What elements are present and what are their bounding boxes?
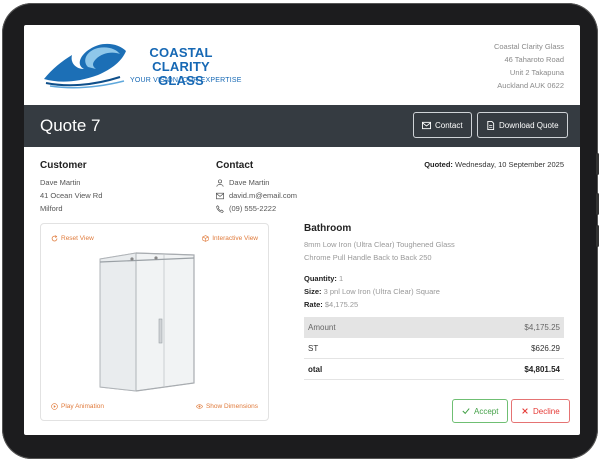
size-label: Size: — [304, 287, 322, 296]
quoted-date: Quoted: Wednesday, 10 September 2025 — [424, 160, 564, 169]
quantity-label: Quantity: — [304, 274, 337, 283]
side-button — [596, 193, 599, 215]
side-button — [596, 225, 599, 247]
company-tagline: YOUR VISION, OUR EXPERTISE — [130, 77, 242, 84]
interactive-view-label: Interactive View — [212, 235, 258, 242]
total-value: $4,801.54 — [524, 364, 560, 374]
contact-phone: (09) 555-2222 — [229, 204, 277, 213]
customer-details: Dave Martin 41 Ocean View Rd Milford — [40, 176, 102, 215]
rate-row: Rate: $4,175.25 — [304, 298, 440, 311]
play-icon — [51, 403, 58, 410]
totals-table: Amount $4,175.25 ST $626.29 otal $4,801.… — [304, 317, 564, 380]
amount-label: Amount — [308, 322, 336, 332]
eye-icon — [196, 404, 203, 409]
quantity-value: 1 — [339, 274, 344, 283]
rate-label: Rate: — [304, 300, 323, 309]
contact-email-row[interactable]: david.m@email.com — [216, 189, 297, 202]
size-row: Size: 3 pnl Low Iron (Ultra Clear) Squar… — [304, 285, 440, 298]
quoted-label: Quoted: — [424, 160, 453, 169]
total-row: otal $4,801.54 — [304, 359, 564, 380]
decline-label: Decline — [533, 406, 560, 416]
contact-name-row: Dave Martin — [216, 176, 297, 189]
envelope-icon — [216, 192, 224, 199]
gst-label: ST — [308, 343, 319, 353]
product-specs: Quantity: 1 Size: 3 pnl Low Iron (Ultra … — [304, 272, 440, 311]
customer-suburb: Milford — [40, 204, 63, 213]
play-animation-label: Play Animation — [61, 403, 104, 410]
contact-button-label: Contact — [435, 120, 463, 130]
company-name-line1: COASTAL CLARITY — [149, 45, 213, 74]
reset-view-label: Reset View — [61, 235, 94, 242]
product-desc-line: 8mm Low Iron (Ultra Clear) Toughened Gla… — [304, 240, 455, 249]
close-icon — [522, 408, 528, 414]
contact-button[interactable]: Contact — [413, 112, 472, 138]
rate-value: $4,175.25 — [324, 300, 359, 309]
amount-row: Amount $4,175.25 — [304, 317, 564, 338]
quote-title-bar: Quote 7 Contact Download Quote — [24, 105, 580, 147]
cube-icon — [202, 235, 209, 242]
side-button — [596, 153, 599, 175]
product-title: Bathroom — [304, 223, 352, 234]
gst-row: ST $626.29 — [304, 338, 564, 359]
check-icon — [462, 408, 470, 415]
page-title: Quote 7 — [40, 116, 101, 135]
contact-email: david.m@email.com — [229, 191, 298, 200]
reset-view-button[interactable]: Reset View — [51, 235, 94, 242]
accept-label: Accept — [474, 406, 499, 416]
screen: COASTAL CLARITY GLASS YOUR VISION, OUR E… — [24, 25, 580, 435]
amount-value: $4,175.25 — [524, 322, 560, 332]
reset-icon — [51, 235, 58, 242]
address-line: Auckland AUK 0622 — [497, 81, 564, 90]
accept-button[interactable]: Accept — [452, 399, 509, 423]
customer-name: Dave Martin — [40, 178, 81, 187]
file-icon — [487, 120, 495, 130]
phone-icon — [216, 204, 224, 213]
contact-details: Dave Martin david.m@email.com (09) 555-2… — [216, 176, 297, 215]
contact-name: Dave Martin — [229, 178, 270, 187]
total-label: otal — [308, 364, 323, 374]
company-address: Coastal Clarity Glass 46 Taharoto Road U… — [494, 40, 564, 92]
decline-button[interactable]: Decline — [511, 399, 570, 423]
quoted-date-value: Wednesday, 10 September 2025 — [455, 160, 564, 169]
shower-3d-viewer[interactable]: Reset View Interactive View Play Animati… — [40, 223, 269, 421]
size-value: 3 pnl Low Iron (Ultra Clear) Square — [323, 287, 440, 296]
product-description: 8mm Low Iron (Ultra Clear) Toughened Gla… — [304, 238, 455, 264]
play-animation-button[interactable]: Play Animation — [51, 403, 104, 410]
company-header: COASTAL CLARITY GLASS YOUR VISION, OUR E… — [24, 25, 580, 105]
download-button-label: Download Quote — [499, 120, 559, 130]
address-line: Coastal Clarity Glass — [493, 42, 564, 51]
shower-enclosure-image — [99, 252, 195, 392]
contact-heading: Contact — [216, 160, 254, 171]
show-dimensions-label: Show Dimensions — [205, 403, 258, 410]
address-line: Unit 2 Takapuna — [509, 68, 564, 77]
quantity-row: Quantity: 1 — [304, 272, 440, 285]
tablet-frame: COASTAL CLARITY GLASS YOUR VISION, OUR E… — [2, 3, 599, 459]
wave-logo-icon — [44, 43, 126, 89]
contact-phone-row[interactable]: (09) 555-2222 — [216, 202, 297, 215]
product-desc-line: Chrome Pull Handle Back to Back 250 — [304, 253, 432, 262]
download-quote-button[interactable]: Download Quote — [477, 112, 568, 138]
customer-street: 41 Ocean View Rd — [40, 191, 103, 200]
address-line: 46 Taharoto Road — [504, 55, 565, 64]
user-icon — [216, 178, 224, 187]
customer-heading: Customer — [40, 160, 87, 171]
envelope-icon — [422, 121, 431, 129]
show-dimensions-button[interactable]: Show Dimensions — [196, 403, 258, 410]
interactive-view-button[interactable]: Interactive View — [202, 235, 258, 242]
gst-value: $626.29 — [531, 343, 560, 353]
